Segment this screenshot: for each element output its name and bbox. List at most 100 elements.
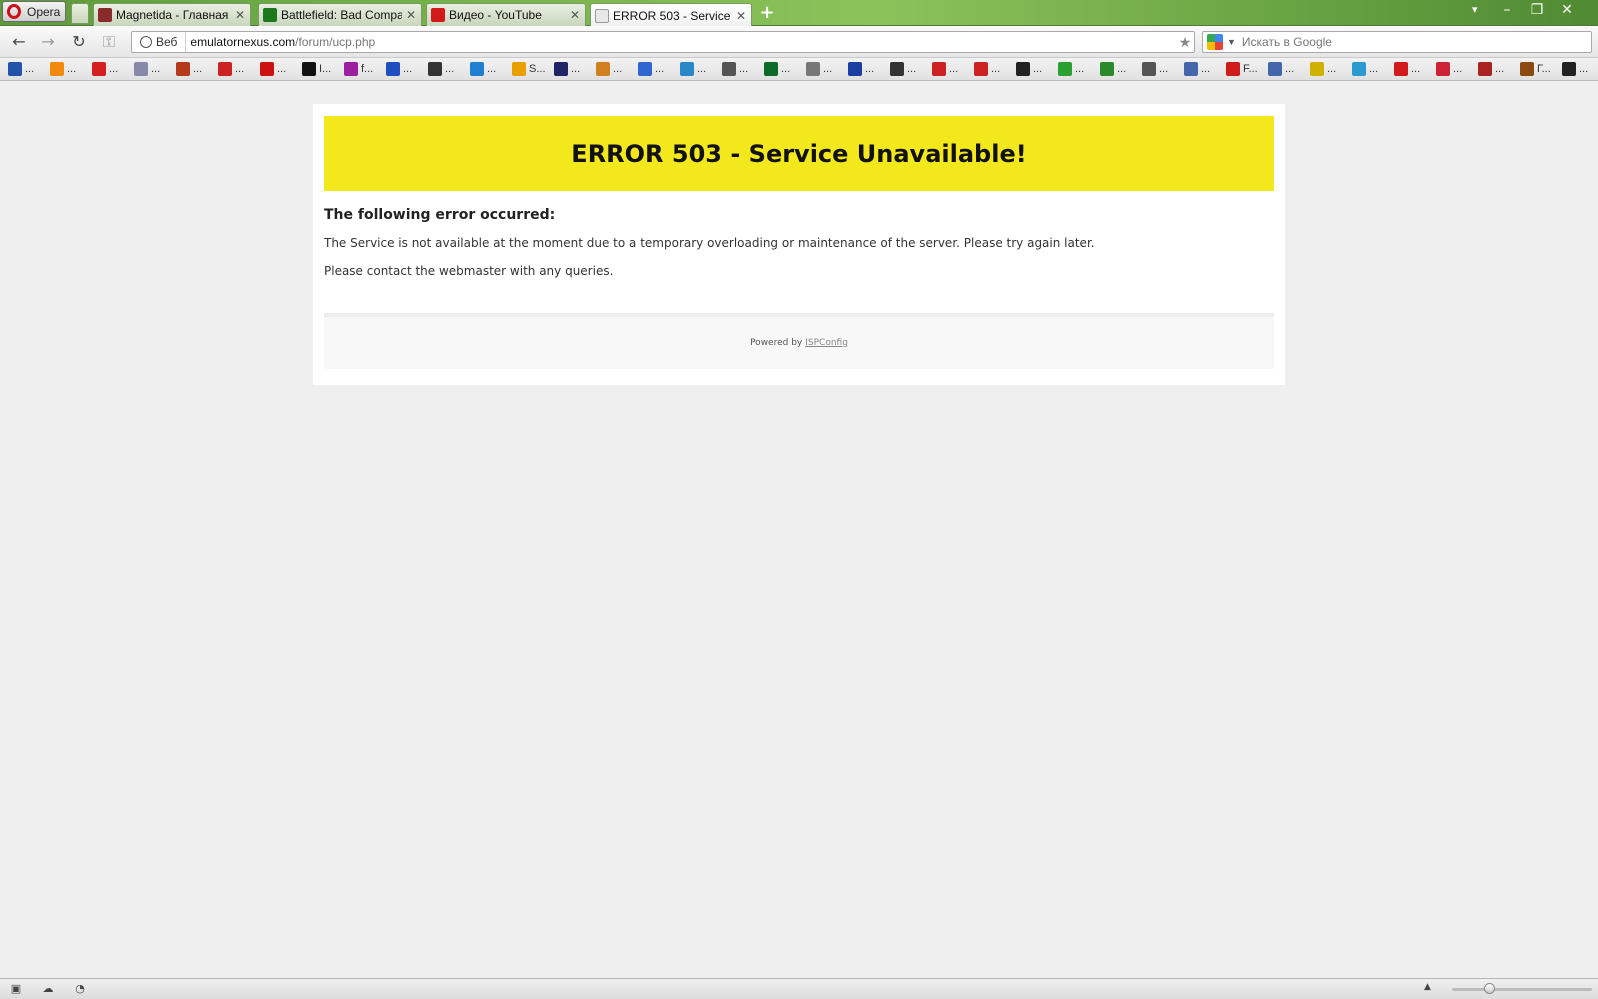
search-engine-caret-icon[interactable]: ▼ xyxy=(1227,37,1236,47)
zoom-slider-thumb[interactable] xyxy=(1484,983,1495,994)
bookmark-label: ... xyxy=(781,63,791,75)
restore-icon[interactable]: ❐ xyxy=(1522,0,1552,20)
bookmark-item[interactable]: ... xyxy=(386,62,428,76)
bookmark-item[interactable]: ... xyxy=(134,62,176,76)
bookmark-item[interactable]: ... xyxy=(596,62,638,76)
bookmark-favicon-icon xyxy=(596,62,610,76)
tab-close-icon[interactable]: ✕ xyxy=(569,8,581,22)
bookmark-favicon-icon xyxy=(1226,62,1240,76)
bookmark-item[interactable]: ... xyxy=(1436,62,1478,76)
bookmark-item[interactable]: ... xyxy=(1268,62,1310,76)
bookmark-item[interactable]: F... xyxy=(1226,62,1268,76)
bookmark-item[interactable]: ... xyxy=(176,62,218,76)
bookmark-label: ... xyxy=(865,63,875,75)
bookmark-item[interactable]: ... xyxy=(260,62,302,76)
zoom-slider-track[interactable] xyxy=(1452,988,1592,991)
bookmark-favicon-icon xyxy=(554,62,568,76)
ispconfig-link[interactable]: ISPConfig xyxy=(805,338,848,348)
bookmark-item[interactable]: ... xyxy=(50,62,92,76)
tab-error-503[interactable]: ERROR 503 - Service Un... ✕ xyxy=(590,3,752,27)
minimize-icon[interactable]: – xyxy=(1492,0,1522,20)
bookmark-item[interactable]: ... xyxy=(680,62,722,76)
bookmark-label: ... xyxy=(151,63,161,75)
bookmark-item[interactable]: ... xyxy=(218,62,260,76)
bookmark-favicon-icon xyxy=(890,62,904,76)
bookmark-label: ... xyxy=(25,63,35,75)
pinned-tab[interactable] xyxy=(71,3,89,24)
bookmark-favicon-icon xyxy=(1394,62,1408,76)
bookmark-label: ... xyxy=(193,63,203,75)
bookmark-item[interactable]: ... xyxy=(1394,62,1436,76)
bookmark-item[interactable]: ... xyxy=(722,62,764,76)
bookmark-favicon-icon xyxy=(1184,62,1198,76)
bookmark-item[interactable]: ... xyxy=(848,62,890,76)
new-tab-button[interactable]: + xyxy=(758,3,776,23)
tab-title: ERROR 503 - Service Un... xyxy=(613,8,732,23)
bookmark-label: ... xyxy=(1285,63,1295,75)
tab-menu-icon[interactable]: ▾ xyxy=(1472,3,1478,16)
forward-icon[interactable]: → xyxy=(38,32,58,52)
bookmark-item[interactable]: f... xyxy=(344,62,386,76)
bookmark-item[interactable]: ... xyxy=(1016,62,1058,76)
bookmark-item[interactable]: ... xyxy=(806,62,848,76)
url-field[interactable]: Веб emulatornexus.com/forum/ucp.php ★ xyxy=(131,31,1195,53)
opera-menu-button[interactable]: Opera xyxy=(2,1,66,22)
bookmark-label: ... xyxy=(823,63,833,75)
bookmark-item[interactable]: ... xyxy=(1562,62,1598,76)
bookmark-label: S... xyxy=(529,63,546,75)
bookmark-favicon-icon xyxy=(1016,62,1030,76)
bookmark-item[interactable]: ... xyxy=(1184,62,1226,76)
bookmark-item[interactable]: ... xyxy=(1310,62,1352,76)
close-window-icon[interactable]: ✕ xyxy=(1552,0,1582,20)
bookmark-item[interactable]: S... xyxy=(512,62,554,76)
bookmark-item[interactable]: ... xyxy=(470,62,512,76)
bookmark-favicon-icon xyxy=(848,62,862,76)
globe-icon xyxy=(140,36,152,48)
opera-unite-cloud-icon[interactable]: ☁ xyxy=(41,982,55,995)
bookmark-item[interactable]: ... xyxy=(764,62,806,76)
tab-title: Battlefield: Bad Compa... xyxy=(281,8,402,22)
bookmarks-bar: ..................... I... f............ S.… xyxy=(0,58,1598,81)
url-text[interactable]: emulatornexus.com/forum/ucp.php xyxy=(186,35,1176,49)
bookmark-item[interactable]: ... xyxy=(428,62,470,76)
google-icon[interactable] xyxy=(1207,34,1223,50)
bookmark-label: f... xyxy=(361,63,374,75)
bookmark-label: F... xyxy=(1243,63,1258,75)
tab-close-icon[interactable]: ✕ xyxy=(405,8,417,22)
error-message: The Service is not available at the mome… xyxy=(324,236,1095,250)
search-field[interactable]: ▼ Искать в Google xyxy=(1202,31,1592,53)
search-placeholder[interactable]: Искать в Google xyxy=(1242,35,1332,49)
bookmark-label: ... xyxy=(1579,63,1589,75)
bookmark-item[interactable]: ... xyxy=(1142,62,1184,76)
bookmark-item[interactable]: ... xyxy=(1100,62,1142,76)
bookmark-item[interactable]: I... xyxy=(302,62,344,76)
tab-youtube[interactable]: Видео - YouTube ✕ xyxy=(426,3,586,26)
url-badge[interactable]: Веб xyxy=(132,32,187,52)
bookmark-label: ... xyxy=(1453,63,1463,75)
bookmark-item[interactable]: ... xyxy=(932,62,974,76)
bookmark-item[interactable]: ... xyxy=(1058,62,1100,76)
bookmark-item[interactable]: ... xyxy=(1352,62,1394,76)
bookmark-item[interactable]: ... xyxy=(890,62,932,76)
tab-close-icon[interactable]: ✕ xyxy=(735,9,747,23)
zoom-up-icon[interactable]: ▲ xyxy=(1424,982,1431,992)
bookmark-item[interactable]: ... xyxy=(638,62,680,76)
bookmark-favicon-icon xyxy=(1268,62,1282,76)
bookmark-favicon-icon xyxy=(50,62,64,76)
bookmark-item[interactable]: Г... xyxy=(1520,62,1562,76)
reload-icon[interactable]: ↻ xyxy=(69,32,89,52)
bookmark-item[interactable]: ... xyxy=(554,62,596,76)
bookmark-star-icon[interactable]: ★ xyxy=(1176,34,1194,51)
tab-close-icon[interactable]: ✕ xyxy=(234,8,246,22)
bookmark-item[interactable]: ... xyxy=(92,62,134,76)
panel-toggle-icon[interactable]: ▣ xyxy=(9,982,23,995)
back-icon[interactable]: ← xyxy=(9,32,29,52)
tab-magnetida[interactable]: Magnetida - Главная с... ✕ xyxy=(93,3,251,26)
bookmark-item[interactable]: ... xyxy=(974,62,1016,76)
key-icon[interactable]: ⚿ xyxy=(99,32,119,52)
opera-turbo-icon[interactable]: ◔ xyxy=(73,982,87,995)
opera-logo-icon xyxy=(7,4,21,19)
tab-battlefield[interactable]: Battlefield: Bad Compa... ✕ xyxy=(258,3,422,26)
bookmark-item[interactable]: ... xyxy=(1478,62,1520,76)
bookmark-item[interactable]: ... xyxy=(8,62,50,76)
